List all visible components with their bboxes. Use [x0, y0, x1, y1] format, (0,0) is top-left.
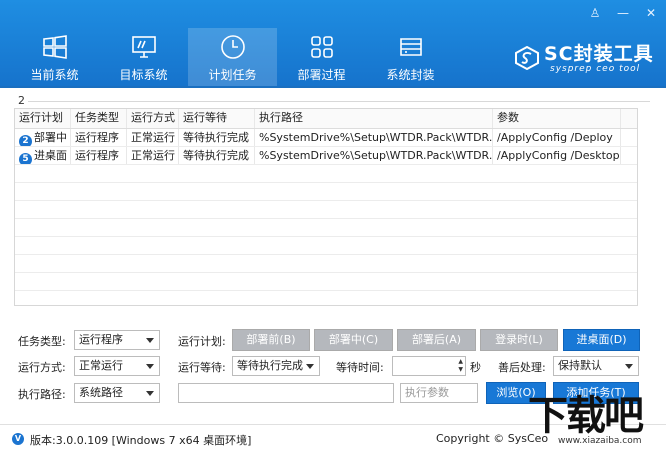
plan-after-deploy-button[interactable]: 部署后(A): [397, 329, 476, 351]
filler-cell: [621, 147, 637, 164]
run-wait-value: 等待执行完成: [237, 359, 303, 372]
empty-row: [15, 255, 637, 273]
chevron-down-icon: [146, 338, 154, 343]
spinner-icon[interactable]: ▲ ▼: [458, 358, 463, 374]
watermark: 下载吧 www.xiazaiba.com: [528, 394, 664, 450]
plan-text: 进桌面: [34, 149, 67, 162]
plan-cell: 2 部署中: [15, 129, 71, 146]
monitor-icon: [131, 36, 156, 58]
filler-cell: [621, 129, 637, 146]
wait-time-unit: 秒: [470, 361, 481, 374]
mode-cell: 正常运行: [127, 129, 179, 146]
run-mode-select[interactable]: 正常运行: [74, 356, 160, 376]
wait-cell: 等待执行完成: [179, 147, 255, 164]
chevron-down-icon: [306, 364, 314, 369]
exec-path-value: 系统路径: [79, 386, 123, 399]
wait-cell: 等待执行完成: [179, 129, 255, 146]
tab-scheduled-tasks[interactable]: 计划任务: [188, 28, 277, 86]
mode-cell: 正常运行: [127, 147, 179, 164]
app-header: ♙ — ✕ 当前系统 目标系统 计划任务 部署过程 系统封装 SC封装工具 sy…: [0, 0, 666, 88]
exec-path-select[interactable]: 系统路径: [74, 383, 160, 403]
column-header[interactable]: 执行路径: [255, 109, 493, 128]
windows-icon: [42, 35, 67, 59]
task-type-select[interactable]: 运行程序: [74, 330, 160, 350]
empty-row: [15, 219, 637, 237]
column-header[interactable]: 运行方式: [127, 109, 179, 128]
column-header[interactable]: 参数: [493, 109, 621, 128]
chevron-down-icon: [146, 391, 154, 396]
exec-path-label: 执行路径:: [18, 388, 66, 401]
tab-label: 计划任务: [208, 68, 257, 82]
run-mode-label: 运行方式:: [18, 361, 66, 374]
empty-row: [15, 165, 637, 183]
grid-icon: [310, 36, 333, 58]
table-header: 运行计划 任务类型 运行方式 运行等待 执行路径 参数: [15, 109, 637, 129]
task-table: 运行计划 任务类型 运行方式 运行等待 执行路径 参数 2 部署中 运行程序 正常…: [14, 108, 638, 306]
empty-row: [15, 201, 637, 219]
user-icon[interactable]: ♙: [588, 6, 602, 20]
path-cell: %SystemDrive%\Setup\WTDR.Pack\WTDR.Pa...: [255, 129, 493, 146]
column-header[interactable]: 运行等待: [179, 109, 255, 128]
empty-row: [15, 273, 637, 291]
drive-icon: [399, 38, 422, 56]
tab-system-package[interactable]: 系统封装: [366, 28, 455, 86]
tab-current-system[interactable]: 当前系统: [10, 28, 99, 86]
wait-time-input[interactable]: ▲ ▼: [392, 356, 466, 376]
plan-text: 部署中: [34, 131, 67, 144]
task-count: 2: [18, 94, 25, 107]
column-header[interactable]: 运行计划: [15, 109, 71, 128]
type-cell: 运行程序: [71, 129, 127, 146]
watermark-text: 下载吧: [528, 393, 644, 439]
tab-deploy-process[interactable]: 部署过程: [277, 28, 366, 86]
run-wait-label: 运行等待:: [178, 361, 226, 374]
exec-path-input[interactable]: [178, 383, 394, 403]
type-cell: 运行程序: [71, 147, 127, 164]
empty-row: [15, 237, 637, 255]
after-process-value: 保持默认: [558, 359, 602, 372]
brand-logo-icon: [515, 46, 539, 70]
params-cell: /ApplyConfig /Desktop: [493, 147, 621, 164]
table-row[interactable]: 5 进桌面 运行程序 正常运行 等待执行完成 %SystemDrive%\Setu…: [15, 147, 637, 165]
task-type-label: 任务类型:: [18, 335, 66, 348]
window-controls: ♙ — ✕: [588, 6, 658, 20]
tab-label: 当前系统: [30, 68, 79, 82]
task-type-value: 运行程序: [79, 333, 123, 346]
params-cell: /ApplyConfig /Deploy: [493, 129, 621, 146]
tab-target-system[interactable]: 目标系统: [99, 28, 188, 86]
tab-label: 目标系统: [119, 68, 168, 82]
column-header-filler: [621, 109, 637, 128]
path-cell: %SystemDrive%\Setup\WTDR.Pack\WTDR.Pa...: [255, 147, 493, 164]
run-mode-value: 正常运行: [79, 359, 123, 372]
order-badge: 5: [19, 153, 32, 164]
main-tabs: 当前系统 目标系统 计划任务 部署过程 系统封装: [10, 28, 455, 86]
plan-on-login-button[interactable]: 登录时(L): [480, 329, 558, 351]
version-text: 版本:3.0.0.109 [Windows 7 x64 桌面环境]: [30, 434, 252, 447]
clock-icon: [220, 35, 245, 59]
plan-on-desktop-button[interactable]: 进桌面(D): [563, 329, 640, 351]
after-process-select[interactable]: 保持默认: [553, 356, 639, 376]
run-wait-select[interactable]: 等待执行完成: [232, 356, 320, 376]
plan-before-deploy-button[interactable]: 部署前(B): [232, 329, 310, 351]
empty-row: [15, 183, 637, 201]
table-row[interactable]: 2 部署中 运行程序 正常运行 等待执行完成 %SystemDrive%\Setu…: [15, 129, 637, 147]
chevron-down-icon: [625, 364, 633, 369]
minimize-button[interactable]: —: [616, 6, 630, 20]
brand: SC封装工具 sysprep ceo tool: [514, 44, 654, 74]
tab-label: 系统封装: [386, 68, 435, 82]
run-plan-label: 运行计划:: [178, 335, 226, 348]
order-badge: 2: [19, 135, 32, 146]
wait-time-label: 等待时间:: [336, 361, 384, 374]
watermark-url: www.xiazaiba.com: [558, 436, 642, 446]
chevron-down-icon: [146, 364, 154, 369]
plan-cell: 5 进桌面: [15, 147, 71, 164]
after-process-label: 善后处理:: [498, 361, 546, 374]
tab-label: 部署过程: [297, 68, 346, 82]
plan-during-deploy-button[interactable]: 部署中(C): [314, 329, 393, 351]
close-button[interactable]: ✕: [644, 6, 658, 20]
column-header[interactable]: 任务类型: [71, 109, 127, 128]
version-icon: V: [12, 433, 24, 445]
divider: [28, 101, 650, 102]
exec-params-input[interactable]: 执行参数: [400, 383, 478, 403]
